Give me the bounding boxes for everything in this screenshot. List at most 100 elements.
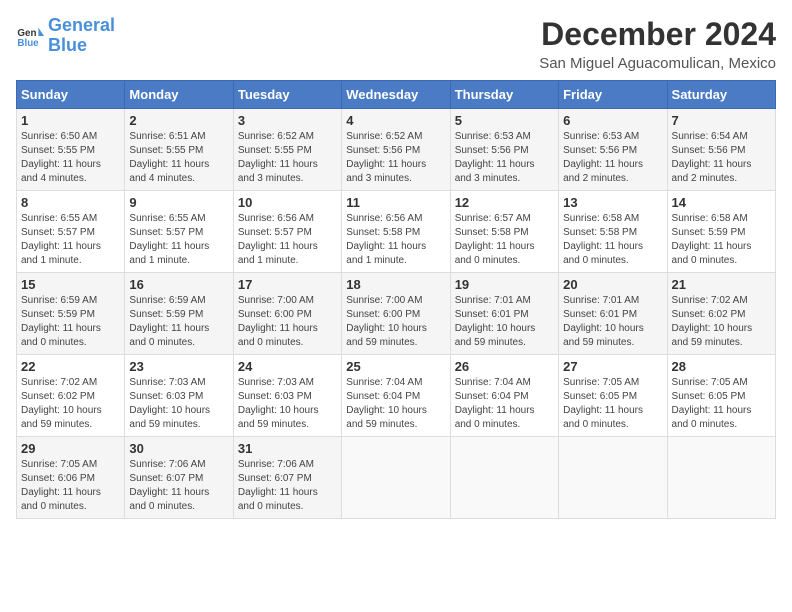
day-number: 18 [346,277,445,292]
day-cell: 9 Sunrise: 6:55 AM Sunset: 5:57 PM Daylig… [125,191,233,273]
day-number: 21 [672,277,771,292]
day-number: 1 [21,113,120,128]
day-number: 29 [21,441,120,456]
subtitle: San Miguel Aguacomulican, Mexico [539,55,776,72]
day-cell: 22Sunrise: 7:02 AM Sunset: 6:02 PM Dayli… [17,355,125,437]
day-cell: 17 Sunrise: 7:00 AM Sunset: 6:00 PM Dayli… [233,273,341,355]
day-number: 24 [238,359,337,374]
header-cell-tuesday: Tuesday [233,81,341,109]
header-row: SundayMondayTuesdayWednesdayThursdayFrid… [17,81,776,109]
day-info: Sunrise: 7:01 AM Sunset: 6:01 PM Dayligh… [563,294,662,350]
day-cell: 12Sunrise: 6:57 AM Sunset: 5:58 PM Dayli… [450,191,558,273]
day-cell: 8 Sunrise: 6:55 AM Sunset: 5:57 PM Daylig… [17,191,125,273]
day-info: Sunrise: 7:04 AM Sunset: 6:04 PM Dayligh… [455,376,554,432]
day-info: Sunrise: 6:55 AM Sunset: 5:57 PM Dayligh… [21,212,120,268]
day-number: 17 [238,277,337,292]
main-title: December 2024 [539,16,776,53]
day-cell: 18 Sunrise: 7:00 AM Sunset: 6:00 PM Dayli… [342,273,450,355]
header-cell-wednesday: Wednesday [342,81,450,109]
day-cell: 29 Sunrise: 7:05 AM Sunset: 6:06 PM Dayli… [17,437,125,519]
day-number: 6 [563,113,662,128]
day-cell: 5 Sunrise: 6:53 AM Sunset: 5:56 PM Daylig… [450,109,558,191]
day-number: 16 [129,277,228,292]
day-cell: 15 Sunrise: 6:59 AM Sunset: 5:59 PM Dayli… [17,273,125,355]
week-row-4: 22Sunrise: 7:02 AM Sunset: 6:02 PM Dayli… [17,355,776,437]
week-row-1: 1Sunrise: 6:50 AM Sunset: 5:55 PM Daylig… [17,109,776,191]
day-cell: 13Sunrise: 6:58 AM Sunset: 5:58 PM Dayli… [559,191,667,273]
day-info: Sunrise: 7:06 AM Sunset: 6:07 PM Dayligh… [129,458,228,514]
day-number: 3 [238,113,337,128]
day-number: 30 [129,441,228,456]
day-info: Sunrise: 6:54 AM Sunset: 5:56 PM Dayligh… [672,130,771,186]
day-cell: 23 Sunrise: 7:03 AM Sunset: 6:03 PM Dayli… [125,355,233,437]
day-cell: 11 Sunrise: 6:56 AM Sunset: 5:58 PM Dayli… [342,191,450,273]
day-info: Sunrise: 6:52 AM Sunset: 5:55 PM Dayligh… [238,130,337,186]
day-cell [450,437,558,519]
day-cell: 1Sunrise: 6:50 AM Sunset: 5:55 PM Daylig… [17,109,125,191]
day-cell [559,437,667,519]
day-cell: 16 Sunrise: 6:59 AM Sunset: 5:59 PM Dayli… [125,273,233,355]
day-number: 11 [346,195,445,210]
day-cell: 26Sunrise: 7:04 AM Sunset: 6:04 PM Dayli… [450,355,558,437]
day-info: Sunrise: 7:05 AM Sunset: 6:06 PM Dayligh… [21,458,120,514]
day-number: 28 [672,359,771,374]
day-number: 8 [21,195,120,210]
header-cell-friday: Friday [559,81,667,109]
day-info: Sunrise: 7:00 AM Sunset: 6:00 PM Dayligh… [238,294,337,350]
day-info: Sunrise: 6:52 AM Sunset: 5:56 PM Dayligh… [346,130,445,186]
day-cell: 28 Sunrise: 7:05 AM Sunset: 6:05 PM Dayli… [667,355,775,437]
day-number: 23 [129,359,228,374]
day-info: Sunrise: 6:51 AM Sunset: 5:55 PM Dayligh… [129,130,228,186]
day-info: Sunrise: 6:59 AM Sunset: 5:59 PM Dayligh… [129,294,228,350]
day-cell: 2Sunrise: 6:51 AM Sunset: 5:55 PM Daylig… [125,109,233,191]
day-info: Sunrise: 7:02 AM Sunset: 6:02 PM Dayligh… [21,376,120,432]
day-info: Sunrise: 7:03 AM Sunset: 6:03 PM Dayligh… [129,376,228,432]
day-cell: 3 Sunrise: 6:52 AM Sunset: 5:55 PM Daylig… [233,109,341,191]
logo-text: General Blue [48,16,115,56]
day-cell: 7Sunrise: 6:54 AM Sunset: 5:56 PM Daylig… [667,109,775,191]
logo: Gen Blue General Blue [16,16,115,56]
calendar-table: SundayMondayTuesdayWednesdayThursdayFrid… [16,80,776,519]
day-number: 31 [238,441,337,456]
day-info: Sunrise: 7:03 AM Sunset: 6:03 PM Dayligh… [238,376,337,432]
day-cell: 25Sunrise: 7:04 AM Sunset: 6:04 PM Dayli… [342,355,450,437]
day-info: Sunrise: 7:01 AM Sunset: 6:01 PM Dayligh… [455,294,554,350]
day-info: Sunrise: 6:58 AM Sunset: 5:59 PM Dayligh… [672,212,771,268]
day-info: Sunrise: 7:06 AM Sunset: 6:07 PM Dayligh… [238,458,337,514]
day-info: Sunrise: 6:53 AM Sunset: 5:56 PM Dayligh… [563,130,662,186]
day-number: 4 [346,113,445,128]
week-row-2: 8 Sunrise: 6:55 AM Sunset: 5:57 PM Daylig… [17,191,776,273]
day-cell [667,437,775,519]
day-number: 20 [563,277,662,292]
title-area: December 2024 San Miguel Aguacomulican, … [539,16,776,72]
day-cell: 21 Sunrise: 7:02 AM Sunset: 6:02 PM Dayli… [667,273,775,355]
day-cell: 20 Sunrise: 7:01 AM Sunset: 6:01 PM Dayli… [559,273,667,355]
day-cell: 6 Sunrise: 6:53 AM Sunset: 5:56 PM Daylig… [559,109,667,191]
day-number: 27 [563,359,662,374]
logo-line1: General [48,15,115,35]
day-number: 9 [129,195,228,210]
day-info: Sunrise: 7:00 AM Sunset: 6:00 PM Dayligh… [346,294,445,350]
day-info: Sunrise: 7:05 AM Sunset: 6:05 PM Dayligh… [563,376,662,432]
day-info: Sunrise: 6:55 AM Sunset: 5:57 PM Dayligh… [129,212,228,268]
day-cell: 19 Sunrise: 7:01 AM Sunset: 6:01 PM Dayli… [450,273,558,355]
day-info: Sunrise: 6:53 AM Sunset: 5:56 PM Dayligh… [455,130,554,186]
day-cell: 4 Sunrise: 6:52 AM Sunset: 5:56 PM Daylig… [342,109,450,191]
day-number: 15 [21,277,120,292]
day-number: 19 [455,277,554,292]
day-number: 13 [563,195,662,210]
day-cell: 30 Sunrise: 7:06 AM Sunset: 6:07 PM Dayli… [125,437,233,519]
logo-icon: Gen Blue [16,22,44,50]
day-cell: 31 Sunrise: 7:06 AM Sunset: 6:07 PM Dayli… [233,437,341,519]
day-cell: 24 Sunrise: 7:03 AM Sunset: 6:03 PM Dayli… [233,355,341,437]
header-cell-sunday: Sunday [17,81,125,109]
day-info: Sunrise: 6:59 AM Sunset: 5:59 PM Dayligh… [21,294,120,350]
header-cell-saturday: Saturday [667,81,775,109]
day-number: 5 [455,113,554,128]
day-cell [342,437,450,519]
day-info: Sunrise: 7:02 AM Sunset: 6:02 PM Dayligh… [672,294,771,350]
day-number: 25 [346,359,445,374]
day-info: Sunrise: 6:56 AM Sunset: 5:58 PM Dayligh… [346,212,445,268]
day-info: Sunrise: 7:05 AM Sunset: 6:05 PM Dayligh… [672,376,771,432]
day-number: 12 [455,195,554,210]
